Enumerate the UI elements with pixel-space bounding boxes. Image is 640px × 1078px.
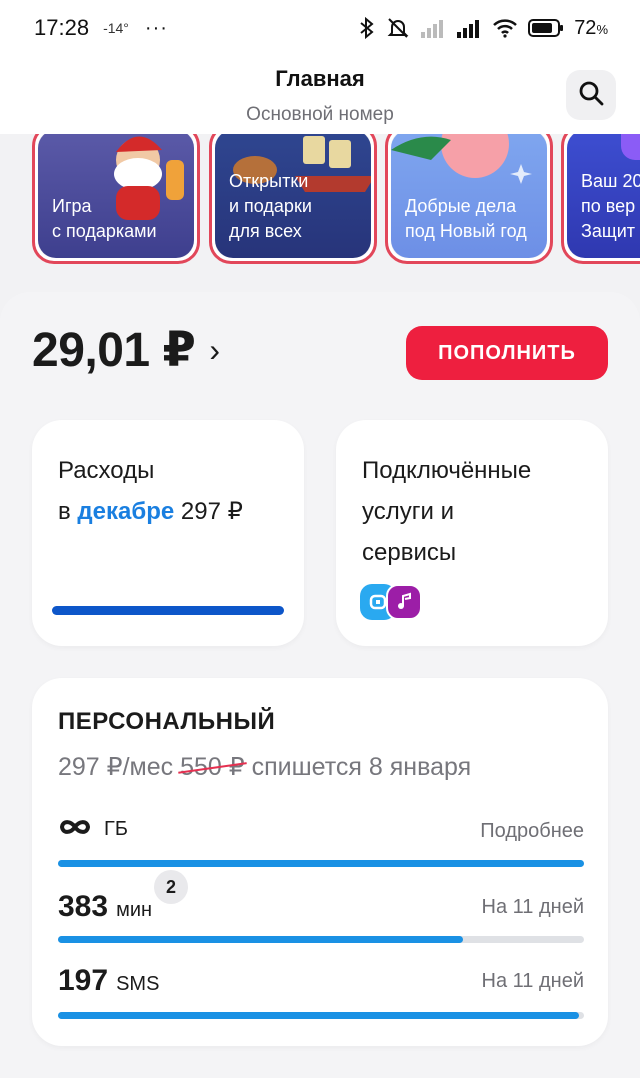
bluetooth-icon xyxy=(358,17,376,39)
minutes-unit: мин xyxy=(116,899,153,921)
expenses-title: Расходы xyxy=(58,457,155,484)
story-label-line: Игра xyxy=(52,196,92,216)
internet-bar-fill xyxy=(58,860,584,867)
services-title-line: Подключённые xyxy=(362,457,532,484)
minutes-value: 383 xyxy=(58,890,109,923)
expenses-month-link[interactable]: декабре xyxy=(77,498,174,525)
services-title-line: сервисы xyxy=(362,539,457,566)
expenses-prefix: в xyxy=(58,498,71,525)
expenses-bar xyxy=(52,606,284,615)
services-card[interactable]: Подключённые услуги и сервисы xyxy=(336,420,608,646)
signal-icon-1 xyxy=(420,18,446,38)
battery-icon xyxy=(528,18,564,38)
wifi-icon xyxy=(492,18,518,38)
story-cards[interactable]: Открытки и подарки для всех xyxy=(209,134,377,264)
minutes-period: На 11 дней xyxy=(481,896,584,918)
page-header: Главная Основной номер xyxy=(0,56,640,134)
story-label-line: Ваш 20 xyxy=(581,171,640,191)
number-selector[interactable]: Основной номер xyxy=(0,104,640,126)
main-sheet: 29,01 ₽ › ПОПОЛНИТЬ Расходы в декабре 29… xyxy=(0,292,640,1078)
services-icons xyxy=(360,584,422,620)
status-temperature: -14° xyxy=(103,20,129,36)
story-label-line: под Новый год xyxy=(405,221,527,241)
infinity-icon xyxy=(58,818,92,841)
story-label-line: с подарками xyxy=(52,221,157,241)
story-label-line: по вер xyxy=(581,196,636,216)
minutes-bar-fill xyxy=(58,936,464,943)
search-icon xyxy=(577,79,605,112)
sms-bar xyxy=(58,1012,584,1019)
story-label-line: Добрые дела xyxy=(405,196,517,216)
balance-amount: 29,01 ₽ xyxy=(32,324,196,377)
story-label-line: и подарки xyxy=(229,196,312,216)
status-time: 17:28 xyxy=(34,15,90,40)
internet-row[interactable]: ГБ Подробнее xyxy=(58,814,584,854)
story-label-line: Открытки xyxy=(229,171,309,191)
story-good-deeds[interactable]: Добрые дела под Новый год xyxy=(385,134,553,264)
gift-ball-illustration xyxy=(391,134,532,184)
minutes-badge: 2 xyxy=(154,870,188,904)
signal-icon-2 xyxy=(456,18,482,38)
tariff-name: ПЕРСОНАЛЬНЫЙ xyxy=(58,708,276,735)
search-button[interactable] xyxy=(566,70,616,120)
internet-bar xyxy=(58,860,584,867)
services-title-line: услуги и xyxy=(362,498,454,525)
story-game[interactable]: Игра с подарками xyxy=(32,134,200,264)
expenses-card[interactable]: Расходы в декабре 297 ₽ xyxy=(32,420,304,646)
battery-percent: 72% xyxy=(574,17,608,40)
details-link[interactable]: Подробнее xyxy=(480,820,584,843)
page-title: Главная xyxy=(275,66,365,91)
sms-period: На 11 дней xyxy=(481,970,584,992)
balance-link[interactable]: 29,01 ₽ › xyxy=(32,322,220,378)
tariff-old-price: 550 ₽ xyxy=(180,753,245,781)
story-label-line: Защит xyxy=(581,221,635,241)
battery-value: 72 xyxy=(574,16,597,39)
story-protection[interactable]: Ваш 20 по вер Защит xyxy=(561,134,640,264)
expenses-amount: 297 ₽ xyxy=(180,498,243,525)
tariff-price-line: 297 ₽/мес 550 ₽ спишется 8 января xyxy=(58,752,471,782)
sms-unit: SMS xyxy=(116,973,160,995)
tariff-price: 297 ₽/мес xyxy=(58,753,174,781)
sms-row[interactable]: 197 SMS На 11 дней xyxy=(58,960,584,1006)
music-service-icon xyxy=(386,584,422,620)
story-label-line: для всех xyxy=(229,221,302,241)
sms-bar-fill xyxy=(58,1012,579,1019)
internet-unit: ГБ xyxy=(104,818,128,840)
tariff-charge-date: спишется 8 января xyxy=(251,753,472,781)
expenses-line: в декабре 297 ₽ xyxy=(58,491,243,532)
status-bar: 17:28 -14° ··· 72% xyxy=(0,0,640,56)
topup-button[interactable]: ПОПОЛНИТЬ xyxy=(406,326,608,380)
chevron-right-icon: › xyxy=(209,331,221,368)
minutes-bar xyxy=(58,936,584,943)
stories-carousel[interactable]: Игра с подарками Открытки и подарки для … xyxy=(0,134,640,274)
minutes-row[interactable]: 383 мин 2 На 11 дней xyxy=(58,870,584,928)
battery-unit: % xyxy=(596,21,608,37)
screen: 17:28 -14° ··· 72% Главная Основной номе… xyxy=(0,0,640,1078)
sms-value: 197 xyxy=(58,964,109,997)
mute-icon xyxy=(386,17,410,39)
status-more-icon: ··· xyxy=(144,16,168,39)
tariff-card[interactable]: ПЕРСОНАЛЬНЫЙ 297 ₽/мес 550 ₽ спишется 8 … xyxy=(32,678,608,1046)
